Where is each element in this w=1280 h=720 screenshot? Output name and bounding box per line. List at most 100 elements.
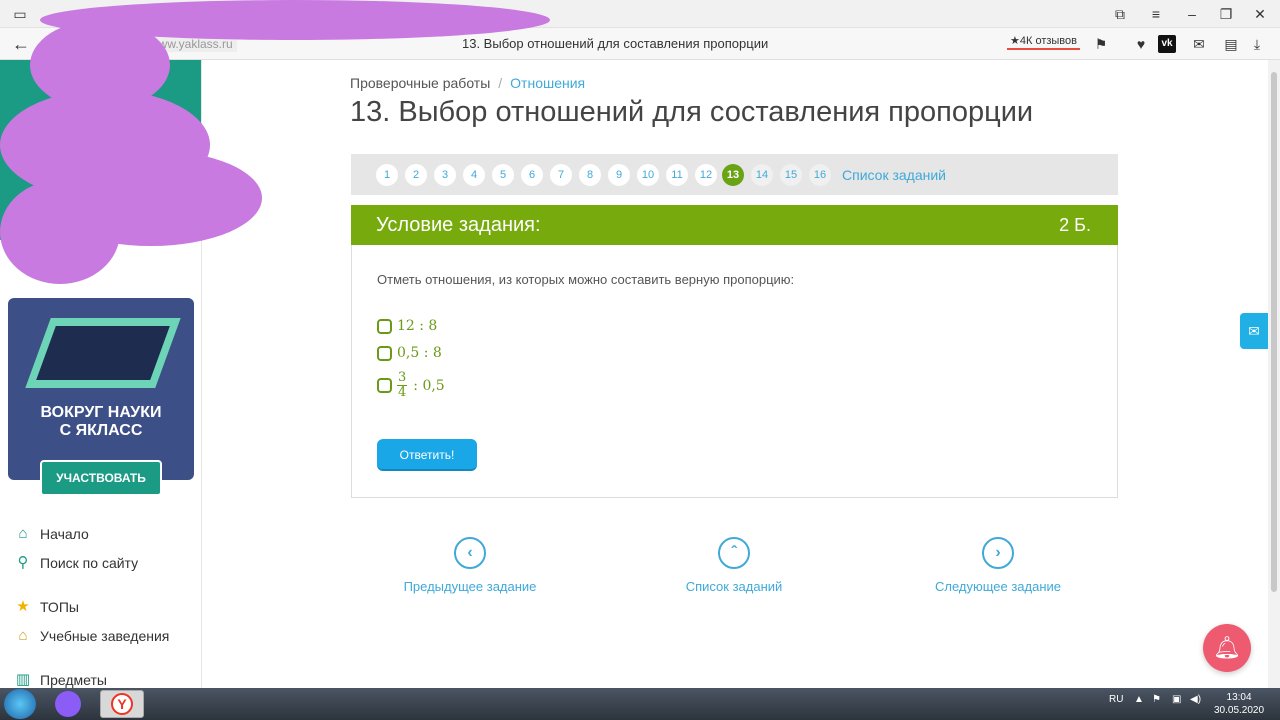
fraction-denominator: 4 [398, 385, 407, 400]
sidebar-item-label: Начало [40, 526, 89, 542]
answer-option[interactable]: 12 : 8 [377, 318, 437, 334]
breadcrumb-item[interactable]: Отношения [510, 75, 585, 91]
reviews-badge[interactable]: ★4К отзывов [1007, 33, 1080, 50]
bell-icon[interactable]: 🔔︎ [1203, 624, 1251, 672]
menu-icon[interactable]: ≡ [1148, 6, 1164, 22]
chat-icon[interactable]: ✉ [1190, 35, 1208, 53]
sidebar-item-label: ТОПы [40, 599, 79, 615]
pager-page[interactable]: 5 [492, 164, 514, 186]
heart-icon[interactable]: ♥ [1132, 35, 1150, 53]
task-list-label: Список заданий [685, 579, 783, 594]
fraction-numerator: 3 [397, 370, 408, 386]
answer-option[interactable]: 3 4 : 0,5 [377, 371, 445, 400]
star-icon: ★ [16, 598, 30, 615]
pager-page[interactable]: 11 [666, 164, 688, 186]
chevron-up-icon: ˆ [718, 537, 750, 569]
alice-icon-circle [55, 691, 81, 717]
clock-date: 30.05.2020 [1214, 705, 1265, 716]
scrollbar-thumb[interactable] [1271, 72, 1277, 592]
sidebar-item-label: Поиск по сайту [40, 555, 139, 571]
pager-page[interactable]: 3 [434, 164, 456, 186]
task-header-title: Условие задания: [376, 214, 541, 236]
chevron-right-icon: › [982, 537, 1014, 569]
yandex-y-icon: Y [111, 693, 133, 715]
tray-arrow-icon[interactable]: ▲ [1134, 694, 1144, 705]
pager-page[interactable]: 9 [608, 164, 630, 186]
minimize-icon[interactable]: – [1184, 6, 1200, 22]
sidebar-item-subjects[interactable]: ▥ Предметы [14, 671, 107, 688]
option-checkbox[interactable] [377, 378, 392, 393]
scribble-stroke [0, 180, 120, 284]
chevron-left-icon: ‹ [454, 537, 486, 569]
start-button-icon[interactable] [4, 689, 36, 719]
clock[interactable]: 13:04 30.05.2020 [1214, 691, 1264, 717]
pager-page[interactable]: 1 [376, 164, 398, 186]
task-list-nav-link[interactable]: ˆ Список заданий [644, 537, 824, 594]
breadcrumb-separator: / [498, 75, 503, 91]
tab-title: 13. Выбор отношений для составления проп… [462, 36, 769, 51]
next-task-link[interactable]: › Следующее задание [908, 537, 1088, 594]
pager-page[interactable]: 2 [405, 164, 427, 186]
task-question: Отметь отношения, из которых можно соста… [377, 272, 795, 287]
next-task-label: Следующее задание [934, 579, 1062, 594]
yandex-browser-icon[interactable]: Y [100, 690, 144, 718]
pager-page[interactable]: 15 [780, 164, 802, 186]
building-icon: ⌂ [18, 627, 28, 644]
back-arrow-icon[interactable]: ← [12, 34, 30, 55]
download-icon[interactable]: ⤓ [1248, 35, 1266, 53]
sidebar-item-tops[interactable]: ★ ТОПы [14, 598, 79, 616]
prev-task-link[interactable]: ‹ Предыдущее задание [380, 537, 560, 594]
sidebar-item-institutions[interactable]: ⌂ Учебные заведения [14, 627, 169, 645]
restore-icon[interactable]: ❐ [1218, 6, 1234, 22]
participate-button[interactable]: УЧАСТВОВАТЬ [40, 460, 162, 496]
clock-time: 13:04 [1226, 692, 1252, 703]
page-title: 13. Выбор отношений для составления проп… [350, 96, 1034, 128]
fraction: 3 4 [397, 370, 408, 400]
sidebar-item-home[interactable]: ⌂ Начало [14, 525, 89, 543]
sidebar-item-label: Учебные заведения [40, 628, 170, 644]
pager-page[interactable]: 6 [521, 164, 543, 186]
answer-option[interactable]: 0,5 : 8 [377, 345, 442, 361]
promo-banner[interactable]: ВОКРУГ НАУКИ С ЯКЛАСС [8, 298, 194, 480]
card-icon[interactable]: ▤ [1222, 35, 1240, 53]
bookmark-icon[interactable]: ⚑ [1092, 35, 1110, 53]
os-taskbar: Y RU ▲ ⚑ ▣ ◀) 13:04 30.05.2020 [0, 688, 1280, 720]
option-text: 12 : 8 [397, 318, 438, 334]
task-pager: 1 2 3 4 5 6 7 8 9 10 11 12 13 14 15 16 С… [351, 154, 1118, 195]
home-icon: ⌂ [18, 525, 28, 542]
volume-icon[interactable]: ◀) [1190, 694, 1201, 705]
mail-icon[interactable]: ✉ [1240, 313, 1268, 349]
pager-page[interactable]: 10 [637, 164, 659, 186]
flag-icon[interactable]: ⚑ [1152, 694, 1161, 705]
search-icon: ⚲ [17, 554, 29, 571]
pager-page[interactable]: 16 [809, 164, 831, 186]
sidebar-item-search[interactable]: ⚲ Поиск по сайту [14, 554, 139, 572]
pager-page[interactable]: 12 [695, 164, 717, 186]
task-header: Условие задания: 2 Б. [351, 205, 1118, 245]
tablet-illustration [25, 318, 181, 388]
language-indicator[interactable]: RU [1109, 694, 1123, 705]
option-text: 0,5 : 8 [397, 345, 442, 361]
books-icon: ▥ [15, 671, 31, 688]
submit-answer-button[interactable]: Ответить! [377, 439, 477, 471]
pager-page[interactable]: 8 [579, 164, 601, 186]
network-icon[interactable]: ▣ [1172, 694, 1181, 705]
breadcrumb: Проверочные работы / Отношения [350, 75, 585, 91]
alice-icon[interactable] [52, 690, 84, 718]
pager-page[interactable]: 14 [751, 164, 773, 186]
pager-page[interactable]: 4 [463, 164, 485, 186]
pager-page-active[interactable]: 13 [722, 164, 744, 186]
breadcrumb-item[interactable]: Проверочные работы [350, 75, 490, 91]
prev-task-label: Предыдущее задание [403, 579, 537, 594]
vk-icon[interactable]: vk [1158, 35, 1176, 53]
sidebar-toggle-icon[interactable]: ▭ [12, 6, 28, 22]
pager-page[interactable]: 7 [550, 164, 572, 186]
page-scrollbar[interactable] [1268, 60, 1280, 688]
option-checkbox[interactable] [377, 345, 392, 361]
promo-text: ВОКРУГ НАУКИ С ЯКЛАСС [40, 404, 162, 439]
close-icon[interactable]: ✕ [1252, 6, 1268, 22]
task-list-link[interactable]: Список заданий [842, 167, 946, 183]
option-checkbox[interactable] [377, 318, 392, 334]
bookmarks-icon[interactable]: ⧉ [1112, 6, 1128, 22]
task-points: 2 Б. [1059, 215, 1091, 235]
